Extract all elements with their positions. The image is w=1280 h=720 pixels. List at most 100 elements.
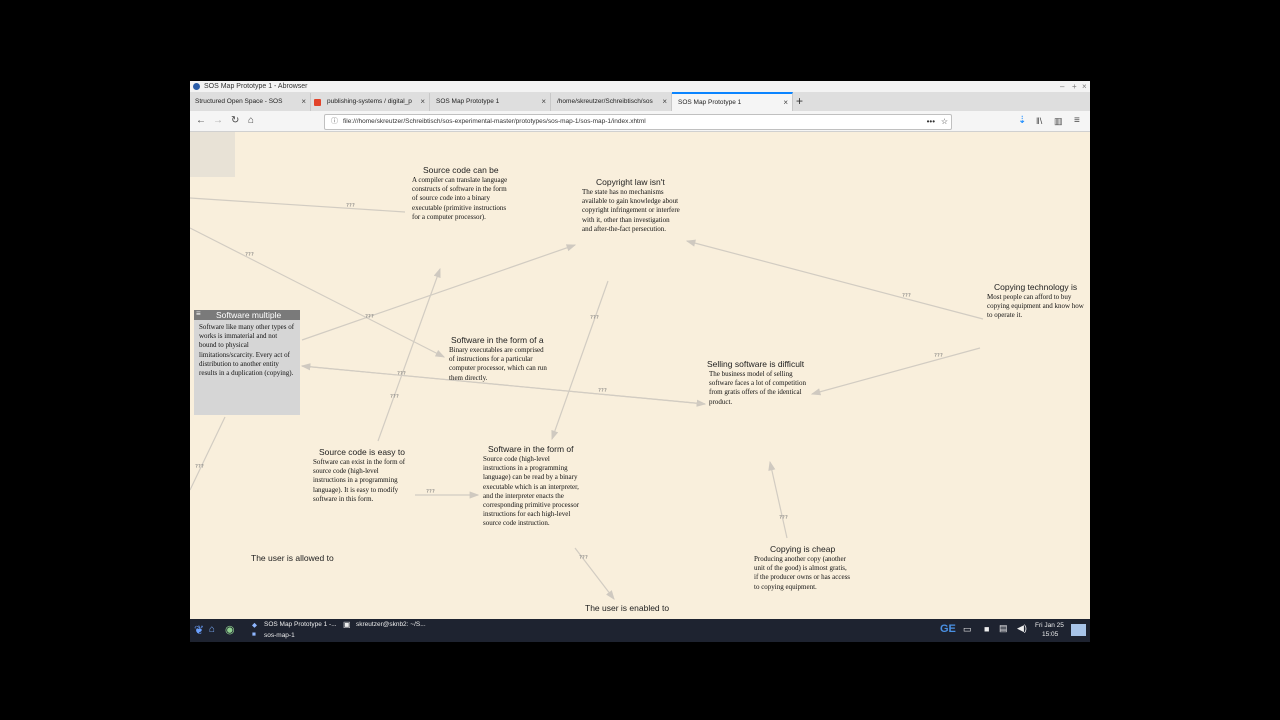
window-task-icon: ◆ — [252, 622, 257, 629]
gitlab-icon — [314, 99, 321, 106]
taskbar-item-folder[interactable]: sos-map-1 — [264, 632, 295, 639]
maximize-icon[interactable]: + — [1072, 81, 1077, 92]
window-title: SOS Map Prototype 1 - Abrowser — [204, 83, 308, 90]
forward-icon[interactable]: → — [213, 113, 223, 129]
node-title[interactable]: Software in the form of a — [451, 335, 544, 345]
home-icon[interactable]: ⌂ — [248, 113, 254, 129]
close-tab-icon[interactable]: × — [541, 93, 546, 111]
info-icon[interactable]: ⓘ — [331, 115, 338, 129]
tab-label: SOS Map Prototype 1 — [678, 99, 742, 106]
edge — [685, 239, 984, 320]
edge-label: ??? — [598, 388, 607, 394]
node-title[interactable]: Selling software is difficult — [707, 359, 804, 369]
node-title[interactable]: Source code can be — [423, 165, 499, 175]
edge-label: ??? — [390, 394, 399, 400]
close-window-icon[interactable]: × — [1082, 81, 1087, 92]
edge-label: ??? — [346, 203, 355, 209]
map-canvas[interactable]: ??? ??? ??? ??? ??? ??? ??? ??? ??? ??? … — [190, 132, 1090, 619]
browser-launcher-icon[interactable]: ◉ — [225, 623, 235, 636]
node-title[interactable]: The user is enabled to — [585, 603, 669, 613]
navigation-bar: ← → ↻ ⌂ ⓘ file:///home/skreutzer/Schreib… — [190, 111, 1090, 132]
edge — [551, 280, 609, 441]
reload-icon[interactable]: ↻ — [231, 113, 239, 129]
edge-label: ??? — [779, 515, 788, 521]
edge-label: ??? — [397, 371, 406, 377]
node-body: Binary executables are comprised of inst… — [449, 346, 547, 382]
edge-label: ??? — [365, 314, 374, 320]
menu-icon[interactable]: ≡ — [1074, 113, 1080, 129]
node-title[interactable]: The user is allowed to — [251, 553, 334, 563]
network-icon[interactable]: ▤ — [999, 623, 1008, 634]
edge-label: ??? — [426, 489, 435, 495]
start-menu-icon[interactable]: ❦ — [194, 623, 204, 637]
edge — [190, 197, 406, 213]
keyboard-layout[interactable]: GE — [940, 623, 956, 635]
time-text[interactable]: 15:05 — [1042, 631, 1058, 638]
edge-label: ??? — [245, 252, 254, 258]
tab-label: Structured Open Space - SOS — [195, 98, 283, 105]
node-body: Producing another copy (another unit of … — [754, 555, 851, 591]
drag-handle-icon[interactable]: ≡ — [196, 309, 201, 318]
browser-window: SOS Map Prototype 1 - Abrowser – + × Str… — [190, 81, 1090, 619]
tab-file-browser[interactable]: /home/skreutzer/Schreibtisch/sos × — [551, 93, 672, 111]
node-title[interactable]: Source code is easy to — [319, 447, 405, 457]
library-icon[interactable]: ‖\ — [1036, 113, 1042, 129]
display-icon[interactable]: ■ — [984, 624, 989, 634]
node-body: Software like many other types of works … — [199, 323, 295, 378]
page-actions-icon[interactable]: ••• — [927, 115, 935, 129]
new-tab-button[interactable]: + — [796, 92, 803, 111]
edge-label: ??? — [902, 293, 911, 299]
node-title[interactable]: Software in the form of — [488, 444, 574, 454]
close-tab-icon[interactable]: × — [420, 93, 425, 111]
bookmark-star-icon[interactable]: ☆ — [941, 115, 948, 129]
tab-structured-open-space[interactable]: Structured Open Space - SOS × — [190, 93, 311, 111]
download-icon[interactable]: ⇣ — [1018, 113, 1026, 129]
back-icon[interactable]: ← — [196, 113, 206, 129]
edge-label: ??? — [590, 315, 599, 321]
edge — [377, 267, 441, 442]
taskbar-item-browser[interactable]: SOS Map Prototype 1 -... — [264, 621, 337, 628]
terminal-icon: ▣ — [343, 620, 351, 629]
sidebar-icon[interactable]: ▥ — [1054, 113, 1063, 129]
node-body: A compiler can translate language constr… — [412, 176, 508, 221]
close-tab-icon[interactable]: × — [301, 93, 306, 111]
date-text[interactable]: Fri Jan 25 — [1035, 622, 1064, 629]
node-body: The state has no mechanisms available to… — [582, 188, 680, 233]
show-desktop-icon[interactable] — [1071, 624, 1086, 636]
minimize-icon[interactable]: – — [1060, 81, 1064, 92]
edge — [768, 460, 788, 539]
tab-sos-map-prototype-active[interactable]: SOS Map Prototype 1 × — [672, 92, 793, 113]
node-body: Most people can afford to buy copying eq… — [987, 293, 1084, 320]
title-bar: SOS Map Prototype 1 - Abrowser – + × — [190, 81, 1090, 92]
edge-label: ??? — [579, 555, 588, 561]
battery-icon[interactable]: ▭ — [963, 624, 972, 635]
folder-icon: ■ — [252, 631, 256, 638]
node-body: Source code (high-level instructions in … — [483, 455, 580, 528]
tab-sos-map-prototype[interactable]: SOS Map Prototype 1 × — [430, 93, 551, 111]
taskbar: ❦ ⌂ ◉ ◆ SOS Map Prototype 1 -... ■ sos-m… — [190, 619, 1090, 642]
close-tab-icon[interactable]: × — [783, 94, 788, 112]
edge-label: ??? — [934, 353, 943, 359]
home-folder-icon[interactable]: ⌂ — [209, 624, 215, 635]
node-body: The business model of selling software f… — [709, 370, 806, 406]
node-title[interactable]: Copying is cheap — [770, 544, 835, 554]
tab-label: SOS Map Prototype 1 — [436, 98, 500, 105]
taskbar-item-terminal[interactable]: skreutzer@sknb2: ~/S... — [356, 621, 426, 628]
tab-bar: Structured Open Space - SOS × publishing… — [190, 92, 1090, 113]
edge — [301, 244, 577, 341]
node-header-bar[interactable]: ≡ Software multiple — [194, 309, 300, 320]
address-bar[interactable]: ⓘ file:///home/skreutzer/Schreibtisch/so… — [324, 114, 952, 130]
tab-label: /home/skreutzer/Schreibtisch/sos — [557, 98, 653, 105]
tab-publishing-systems[interactable]: publishing-systems / digital_p × — [311, 93, 430, 111]
node-title[interactable]: Copyright law isn't — [596, 177, 665, 187]
node-title[interactable]: Copying technology is — [994, 282, 1077, 292]
close-tab-icon[interactable]: × — [662, 93, 667, 111]
node-body: Software can exist in the form of source… — [313, 458, 406, 503]
tab-label: publishing-systems / digital_p — [327, 98, 412, 105]
edge-label: ??? — [195, 464, 204, 470]
node-title: Software multiple — [216, 310, 282, 320]
volume-icon[interactable]: ◀) — [1017, 623, 1027, 634]
edge — [190, 416, 226, 491]
url-text: file:///home/skreutzer/Schreibtisch/sos-… — [343, 118, 646, 125]
browser-logo-icon — [193, 83, 200, 90]
